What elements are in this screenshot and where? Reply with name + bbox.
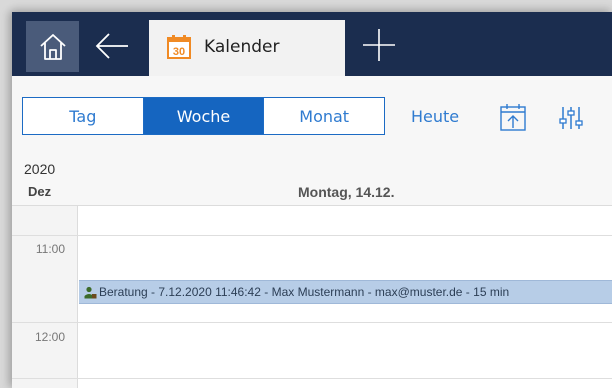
filter-button[interactable] <box>558 105 584 131</box>
view-month-button[interactable]: Monat <box>263 98 384 134</box>
arrow-left-icon <box>95 33 128 59</box>
time-label-12: 12:00 <box>34 330 65 344</box>
title-bar: 30 Kalender <box>12 12 612 76</box>
month-label: Dez <box>28 184 52 199</box>
tab-label: Kalender <box>204 37 280 57</box>
view-toolbar: Tag Woche Monat Heute <box>12 76 612 152</box>
back-button[interactable] <box>92 26 132 66</box>
home-icon <box>39 33 66 60</box>
calendar-header: 2020 Dez Montag, 14.12. <box>12 152 612 206</box>
calendar-icon-day: 30 <box>173 46 185 58</box>
grid-line <box>12 378 612 379</box>
calendar-icon: 30 <box>167 35 191 59</box>
tab-kalender[interactable]: 30 Kalender <box>149 20 345 76</box>
add-tab-button[interactable] <box>360 26 398 64</box>
export-button[interactable] <box>499 102 527 132</box>
day-column-header[interactable]: Montag, 14.12. <box>298 184 394 200</box>
grid-line <box>12 322 612 323</box>
home-button[interactable] <box>26 21 79 72</box>
event-text: Beratung - 7.12.2020 11:46:42 - Max Must… <box>99 285 510 299</box>
view-day-button[interactable]: Tag <box>23 98 143 134</box>
calendar-export-icon <box>500 104 526 131</box>
view-week-button[interactable]: Woche <box>142 98 264 134</box>
time-gutter <box>12 206 78 388</box>
time-grid[interactable]: 11:00 12:00 Beratung - 7.12.2020 11:46:4… <box>12 206 612 388</box>
app-window: 30 Kalender Tag Woche Monat Heute 2020 D… <box>12 12 612 388</box>
user-icon <box>84 286 97 298</box>
calendar-event[interactable]: Beratung - 7.12.2020 11:46:42 - Max Must… <box>79 280 612 304</box>
year-label: 2020 <box>24 161 56 177</box>
sliders-icon <box>559 107 583 129</box>
time-label-11: 11:00 <box>35 242 65 256</box>
today-button[interactable]: Heute <box>411 107 459 126</box>
plus-icon <box>363 29 395 61</box>
grid-line <box>12 235 612 236</box>
view-switcher: Tag Woche Monat <box>22 97 385 135</box>
